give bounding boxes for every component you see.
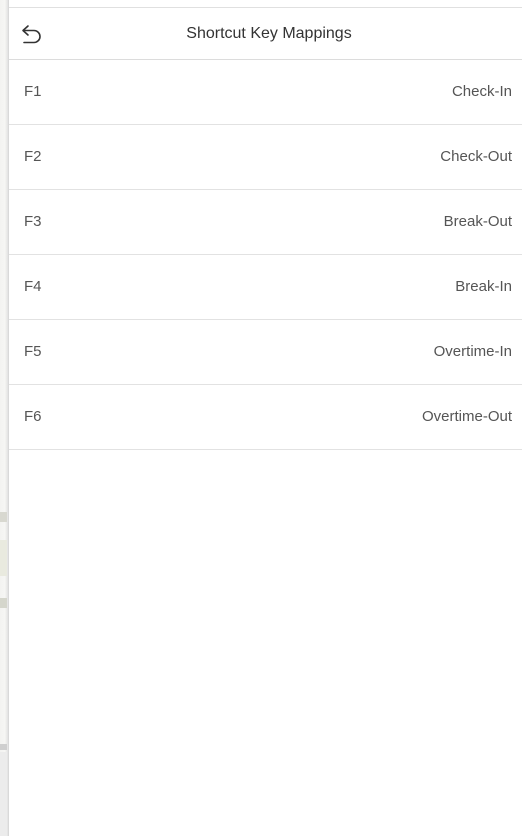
bezel-mark <box>0 752 7 836</box>
shortcut-action-value: Check-In <box>451 83 512 100</box>
shortcut-key-label: F4 <box>24 278 42 295</box>
shortcut-key-list: F1 Check-In F2 Check-Out F3 Break-Out F4… <box>9 60 522 450</box>
shortcut-row-f2[interactable]: F2 Check-Out <box>9 125 522 190</box>
shortcut-action-value: Break-Out <box>443 213 512 230</box>
shortcut-action-value: Check-Out <box>440 148 512 165</box>
screen: Shortcut Key Mappings F1 Check-In F2 Che… <box>8 0 522 836</box>
shortcut-action-value: Overtime-In <box>433 343 512 360</box>
status-strip <box>9 0 522 8</box>
shortcut-key-label: F5 <box>24 343 42 360</box>
shortcut-key-label: F1 <box>24 83 42 100</box>
page-title: Shortcut Key Mappings <box>186 25 352 42</box>
shortcut-action-value: Break-In <box>455 278 512 295</box>
shortcut-key-label: F3 <box>24 213 42 230</box>
device-page: Shortcut Key Mappings F1 Check-In F2 Che… <box>0 0 522 836</box>
shortcut-row-f5[interactable]: F5 Overtime-In <box>9 320 522 385</box>
header-bar: Shortcut Key Mappings <box>9 8 522 60</box>
shortcut-row-f4[interactable]: F4 Break-In <box>9 255 522 320</box>
bezel-mark <box>0 744 7 750</box>
bezel-mark <box>0 512 7 522</box>
shortcut-row-f3[interactable]: F3 Break-Out <box>9 190 522 255</box>
shortcut-action-value: Overtime-Out <box>421 408 512 425</box>
shortcut-row-f6[interactable]: F6 Overtime-Out <box>9 385 522 450</box>
bezel-mark <box>0 540 7 576</box>
bezel-mark <box>0 598 7 608</box>
shortcut-key-label: F6 <box>24 408 42 425</box>
shortcut-key-label: F2 <box>24 148 42 165</box>
shortcut-row-f1[interactable]: F1 Check-In <box>9 60 522 125</box>
device-bezel <box>0 0 8 836</box>
